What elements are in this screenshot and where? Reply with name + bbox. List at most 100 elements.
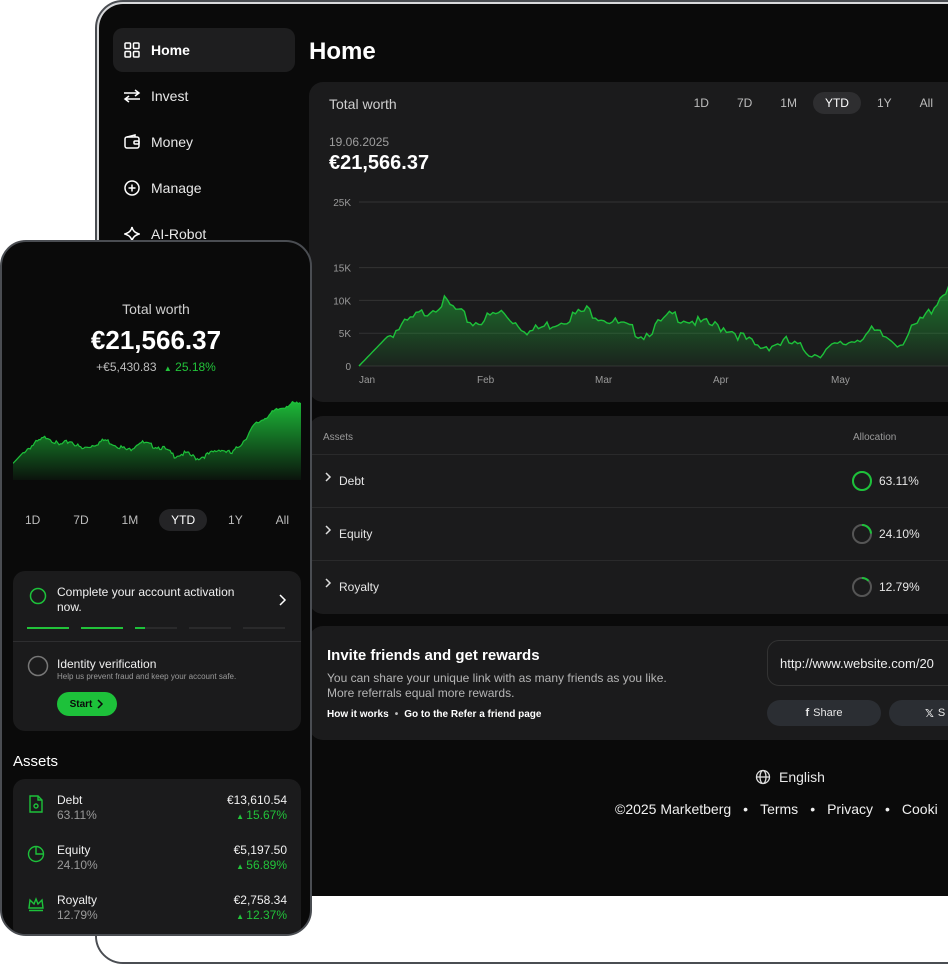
- chevron-right-icon[interactable]: [277, 593, 287, 612]
- range-1d[interactable]: 1D: [13, 509, 52, 531]
- empty-circle-icon: [27, 655, 49, 677]
- chevron-right-icon: [97, 699, 104, 709]
- sidebar-item-label: Manage: [151, 180, 202, 196]
- plus-circle-icon: [123, 179, 141, 197]
- allocation-ring-icon: [852, 471, 872, 491]
- invite-title: Invite friends and get rewards: [327, 647, 540, 664]
- triangle-up-icon: ▲: [236, 912, 247, 921]
- asset-name: Equity: [57, 843, 91, 857]
- range-all[interactable]: All: [908, 92, 945, 114]
- range-ytd[interactable]: YTD: [812, 92, 861, 114]
- grid-icon: [123, 41, 141, 59]
- page-title: Home: [309, 38, 376, 65]
- assets-table: Assets Allocation Debt 63.11% Equity 24.…: [309, 416, 948, 614]
- total-worth-card: Total worth 1D 7D 1M YTD 1Y All 19.06.20…: [309, 82, 948, 402]
- identity-subtitle: Help us prevent fraud and keep your acco…: [57, 672, 237, 681]
- mobile-range-selector: 1D 7D 1M YTD 1Y All: [13, 509, 301, 531]
- triangle-up-icon: ▲: [236, 812, 247, 821]
- x-share-button[interactable]: 𝕏 S: [889, 700, 948, 726]
- range-ytd[interactable]: YTD: [159, 509, 208, 531]
- asset-gain-value: 15.67%: [246, 808, 287, 822]
- list-item[interactable]: Equity 24.10% €5,197.50 ▲ 56.89%: [13, 829, 301, 879]
- swap-arrows-icon: [123, 87, 141, 105]
- phone-frame: Total worth €21,566.37 +€5,430.83 ▲ 25.1…: [0, 240, 312, 936]
- sidebar: Home Invest Money Manage AI-Robot: [113, 28, 295, 258]
- triangle-up-icon: ▲: [236, 862, 247, 871]
- terms-link[interactable]: Terms: [760, 801, 798, 817]
- range-selector: 1D 7D 1M YTD 1Y All: [682, 92, 945, 114]
- range-1y[interactable]: 1Y: [865, 92, 904, 114]
- wallet-icon: [123, 133, 141, 151]
- list-item[interactable]: Royalty 12.79% €2,758.34 ▲ 12.37%: [13, 879, 301, 929]
- progress-circle-icon: [29, 587, 47, 605]
- progress-step: [81, 627, 123, 629]
- activation-title[interactable]: Complete your account activation now.: [57, 585, 257, 615]
- range-7d[interactable]: 7D: [725, 92, 764, 114]
- pie-chart-icon: [27, 845, 45, 863]
- sidebar-item-label: Invest: [151, 88, 189, 104]
- facebook-icon: f: [805, 707, 810, 719]
- asset-amount: €5,197.50: [233, 843, 287, 857]
- how-it-works-link[interactable]: How it works: [327, 709, 389, 720]
- language-selector[interactable]: English: [755, 769, 825, 785]
- range-7d[interactable]: 7D: [61, 509, 100, 531]
- asset-amount: €2,758.34: [233, 893, 287, 907]
- area-fill: [359, 287, 948, 366]
- asset-amount: €13,610.54: [226, 793, 287, 807]
- language-label: English: [779, 769, 825, 785]
- range-1d[interactable]: 1D: [682, 92, 721, 114]
- mobile-worth-label: Total worth: [122, 301, 190, 317]
- sidebar-item-label: Money: [151, 134, 194, 150]
- sidebar-item-manage[interactable]: Manage: [113, 166, 295, 210]
- x-icon: 𝕏: [925, 707, 934, 720]
- share-label: Share: [813, 707, 843, 719]
- invite-text-line: You can share your unique link with as m…: [327, 671, 667, 685]
- progress-step: [135, 627, 177, 629]
- worth-value: €21,566.37: [329, 152, 430, 174]
- change-percent: ▲ 25.18%: [164, 360, 216, 374]
- x-tick-label: Jan: [359, 375, 375, 386]
- separator: •: [885, 801, 890, 817]
- privacy-link[interactable]: Privacy: [827, 801, 873, 817]
- progress-step: [189, 627, 231, 629]
- separator: •: [743, 801, 749, 817]
- sidebar-item-home[interactable]: Home: [113, 28, 295, 72]
- asset-percent: 63.11%: [57, 808, 97, 822]
- x-share-label: S: [937, 707, 946, 719]
- referral-url-field[interactable]: http://www.website.com/20: [767, 640, 948, 686]
- invite-links: How it works • Go to the Refer a friend pa…: [327, 709, 541, 720]
- asset-gain: ▲ 12.37%: [236, 908, 287, 922]
- sidebar-item-money[interactable]: Money: [113, 120, 295, 164]
- list-item[interactable]: Debt 63.11% €13,610.54 ▲ 15.67%: [13, 779, 301, 829]
- sidebar-item-invest[interactable]: Invest: [113, 74, 295, 118]
- mobile-assets-list: Debt 63.11% €13,610.54 ▲ 15.67% Equity 2…: [13, 779, 301, 934]
- start-button[interactable]: Start: [57, 692, 117, 716]
- range-1m[interactable]: 1M: [768, 92, 809, 114]
- refer-friend-link[interactable]: Go to the Refer a friend page: [404, 709, 541, 720]
- range-1m[interactable]: 1M: [110, 509, 151, 531]
- y-tick-label: 10K: [333, 296, 351, 307]
- asset-gain-value: 12.37%: [246, 908, 287, 922]
- sidebar-item-label: Home: [151, 42, 190, 58]
- start-label: Start: [69, 698, 93, 710]
- progress-step: [27, 627, 69, 629]
- column-header-assets: Assets: [323, 432, 354, 443]
- card-title: Total worth: [329, 96, 397, 112]
- range-1y[interactable]: 1Y: [216, 509, 255, 531]
- y-tick-label: 15K: [333, 264, 351, 275]
- allocation-value: 63.11%: [879, 474, 919, 488]
- x-tick-label: Feb: [477, 375, 495, 386]
- facebook-share-button[interactable]: f Share: [767, 700, 881, 726]
- asset-name: Debt: [57, 793, 83, 807]
- asset-gain: ▲ 56.89%: [236, 858, 287, 872]
- table-row[interactable]: Debt 63.11%: [309, 454, 948, 507]
- asset-percent: 12.79%: [57, 908, 98, 922]
- table-row[interactable]: Equity 24.10%: [309, 507, 948, 560]
- progress-step: [243, 627, 285, 629]
- asset-gain-value: 56.89%: [246, 858, 287, 872]
- table-row[interactable]: Royalty 12.79%: [309, 560, 948, 613]
- asset-gain: ▲ 15.67%: [236, 808, 287, 822]
- chevron-right-icon: [323, 524, 333, 539]
- cookies-link[interactable]: Cooki: [902, 801, 938, 817]
- range-all[interactable]: All: [264, 509, 301, 531]
